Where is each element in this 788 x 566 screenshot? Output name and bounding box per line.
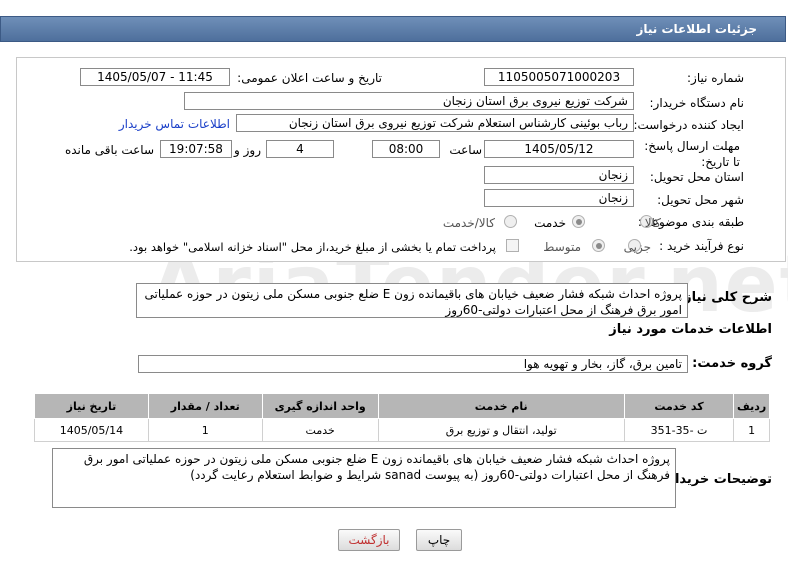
page-header: جزئیات اطلاعات نیاز bbox=[0, 16, 786, 42]
deadline-time-field[interactable]: 08:00 bbox=[372, 140, 440, 158]
cell-unit: خدمت bbox=[261, 418, 379, 442]
process-option-medium: متوسط bbox=[543, 240, 581, 254]
process-label: نوع فرآیند خرید : bbox=[659, 239, 744, 253]
page-title: جزئیات اطلاعات نیاز bbox=[636, 22, 757, 36]
buyer-notes-text[interactable]: پروژه احداث شبکه فشار ضعیف خیابان های با… bbox=[52, 448, 676, 508]
col-qty: تعداد / مقدار bbox=[147, 393, 263, 419]
remaining-time-field[interactable]: 19:07:58 bbox=[160, 140, 232, 158]
remaining-time-label: ساعت باقی مانده bbox=[64, 143, 154, 157]
back-button[interactable]: بازگشت bbox=[338, 529, 400, 551]
buyer-contact-link[interactable]: اطلاعات تماس خریدار bbox=[119, 117, 230, 131]
category-option-goods-service: کالا/خدمت bbox=[442, 216, 495, 230]
col-name: نام خدمت bbox=[377, 393, 625, 419]
category-option-goods: کالا bbox=[644, 216, 661, 230]
province-label: استان محل تحویل: bbox=[649, 170, 744, 184]
cell-name: تولید، انتقال و توزیع برق bbox=[377, 418, 625, 442]
category-radio-service[interactable] bbox=[572, 215, 585, 228]
cell-code: ت -35-351 bbox=[623, 418, 735, 442]
cell-date: 1405/05/14 bbox=[34, 418, 149, 442]
remaining-days-field[interactable]: 4 bbox=[266, 140, 334, 158]
services-section-title: اطلاعات خدمات مورد نیاز bbox=[609, 322, 772, 337]
announce-date-field[interactable]: 1405/05/07 - 11:45 bbox=[80, 68, 230, 86]
process-option-minor: جزیی bbox=[623, 240, 651, 254]
buyer-org-field[interactable]: شرکت توزیع نیروی برق استان زنجان bbox=[184, 92, 634, 110]
deadline-date-field[interactable]: 1405/05/12 bbox=[484, 140, 634, 158]
cell-qty: 1 bbox=[147, 418, 263, 442]
summary-text[interactable]: پروژه احداث شبکه فشار ضعیف خیابان های با… bbox=[136, 283, 688, 318]
services-table-header: ردیف کد خدمت نام خدمت واحد اندازه گیری ت… bbox=[34, 393, 770, 419]
city-label: شهر محل تحویل: bbox=[657, 193, 744, 207]
payment-note: پرداخت تمام یا بخشی از مبلغ خرید،از محل … bbox=[129, 240, 496, 254]
service-group-field[interactable]: تامین برق، گاز، بخار و تهویه هوا bbox=[138, 355, 688, 373]
need-number-field[interactable]: 1105005071000203 bbox=[484, 68, 634, 86]
deadline-label: مهلت ارسال پاسخ: تا تاریخ: bbox=[644, 139, 740, 169]
services-table-wrap: ردیف کد خدمت نام خدمت واحد اندازه گیری ت… bbox=[34, 393, 770, 442]
buyer-notes-label: توضیحات خریدار: bbox=[662, 472, 772, 487]
col-code: کد خدمت bbox=[623, 393, 735, 419]
services-table: ردیف کد خدمت نام خدمت واحد اندازه گیری ت… bbox=[34, 393, 770, 442]
cell-row: 1 bbox=[733, 418, 770, 442]
announce-date-label: تاریخ و ساعت اعلان عمومی: bbox=[237, 71, 382, 85]
need-number-label: شماره نیاز: bbox=[687, 71, 744, 85]
service-group-label: گروه خدمت: bbox=[692, 356, 772, 371]
category-option-service: خدمت bbox=[534, 216, 566, 230]
city-field[interactable]: زنجان bbox=[484, 189, 634, 207]
col-date: تاریخ نیاز bbox=[34, 393, 149, 419]
creator-field[interactable]: رباب بوئینی کارشناس استعلام شرکت توزیع ن… bbox=[236, 114, 634, 132]
col-unit: واحد اندازه گیری bbox=[261, 393, 379, 419]
treasury-checkbox[interactable] bbox=[506, 239, 519, 252]
col-row: ردیف bbox=[733, 393, 770, 419]
deadline-time-label: ساعت bbox=[449, 143, 482, 157]
buyer-org-label: نام دستگاه خریدار: bbox=[649, 96, 745, 110]
table-row: 1 ت -35-351 تولید، انتقال و توزیع برق خد… bbox=[34, 418, 770, 442]
print-button[interactable]: چاپ bbox=[416, 529, 462, 551]
summary-label: شرح کلی نیاز: bbox=[678, 290, 772, 305]
category-radio-goods-service[interactable] bbox=[504, 215, 517, 228]
process-radio-medium[interactable] bbox=[592, 239, 605, 252]
days-label: روز و bbox=[234, 143, 261, 157]
province-field[interactable]: زنجان bbox=[484, 166, 634, 184]
creator-label: ایجاد کننده درخواست: bbox=[633, 118, 744, 132]
